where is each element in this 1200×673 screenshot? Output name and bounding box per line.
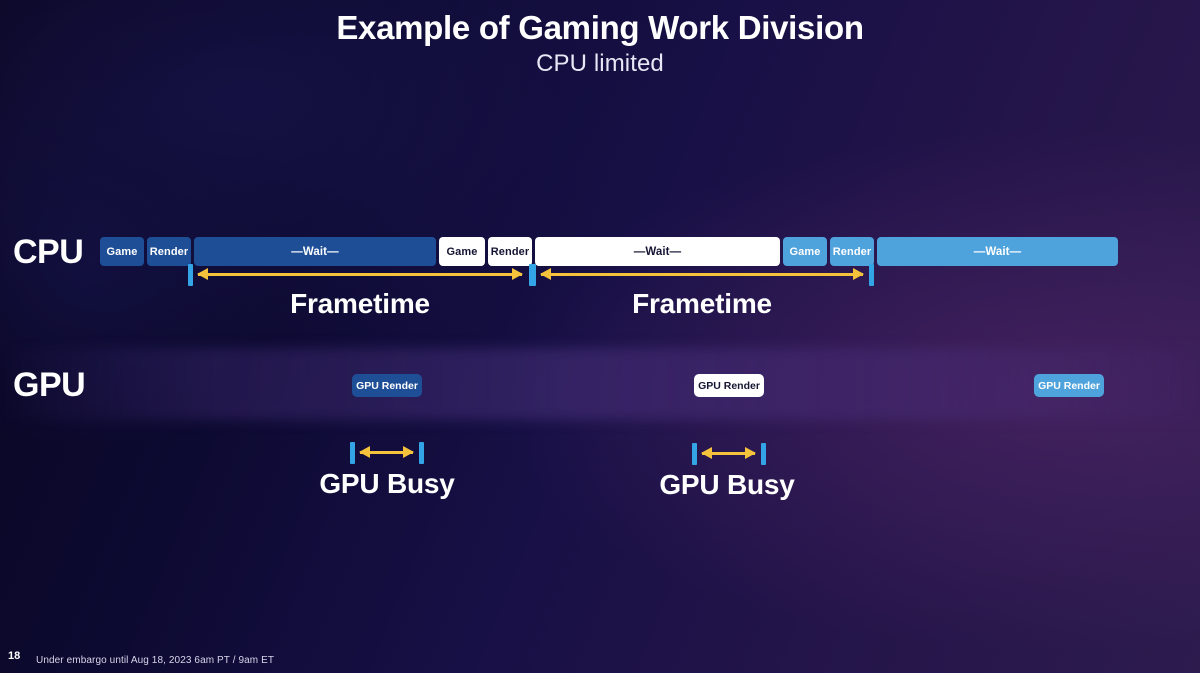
slide: Example of Gaming Work Division CPU limi… (0, 0, 1200, 673)
frametime-label-1: Frametime (290, 288, 430, 319)
frametime-tick-start-1 (188, 264, 193, 286)
cpu-segment-wait-2[interactable]: —Wait— (535, 237, 780, 266)
embargo-notice: Under embargo until Aug 18, 2023 6am PT … (36, 655, 275, 666)
frametime-tick-end-2 (869, 264, 874, 286)
gpu-busy-arrowhead-left-2 (701, 447, 712, 459)
gpu-render-chip-2[interactable]: GPU Render (694, 374, 764, 397)
gpu-row-highlight-band (0, 348, 1200, 420)
frametime-tick-start-2 (531, 264, 536, 286)
gpu-busy-arrowhead-right-2 (745, 447, 756, 459)
gpu-row-label: GPU (13, 366, 86, 404)
cpu-segment-render-2[interactable]: Render (488, 237, 532, 266)
cpu-segment-game-3[interactable]: Game (783, 237, 827, 266)
frametime-arrow-1 (197, 268, 523, 280)
frametime-arrow-line-2 (541, 273, 863, 276)
gpu-busy-arrowhead-right-1 (403, 446, 414, 458)
cpu-segment-game-2[interactable]: Game (439, 237, 485, 266)
cpu-segment-render-3[interactable]: Render (830, 237, 874, 266)
gpu-render-chip-3[interactable]: GPU Render (1034, 374, 1104, 397)
frametime-arrow-2 (540, 268, 864, 280)
page-title: Example of Gaming Work Division (336, 9, 864, 46)
frametime-arrowhead-left-1 (197, 268, 208, 280)
gpu-busy-tick-end-2 (761, 443, 766, 465)
cpu-segment-wait-1[interactable]: —Wait— (194, 237, 436, 266)
gpu-busy-tick-start-1 (350, 442, 355, 464)
gpu-busy-label-2: GPU Busy (659, 469, 795, 500)
frametime-arrowhead-left-2 (540, 268, 551, 280)
frametime-arrow-line-1 (198, 273, 522, 276)
gpu-render-chip-1[interactable]: GPU Render (352, 374, 422, 397)
page-subtitle: CPU limited (536, 50, 664, 77)
gpu-busy-arrow-2 (701, 447, 756, 459)
frametime-arrowhead-right-2 (853, 268, 864, 280)
frametime-arrowhead-right-1 (512, 268, 523, 280)
cpu-segment-game-1[interactable]: Game (100, 237, 144, 266)
gpu-busy-tick-end-1 (419, 442, 424, 464)
cpu-segment-render-1[interactable]: Render (147, 237, 191, 266)
cpu-row-label: CPU (13, 233, 84, 271)
gpu-busy-arrow-1 (359, 446, 414, 458)
cpu-segment-wait-3[interactable]: —Wait— (877, 237, 1118, 266)
frametime-label-2: Frametime (632, 288, 772, 319)
page-number: 18 (8, 650, 21, 662)
gpu-busy-tick-start-2 (692, 443, 697, 465)
gpu-busy-arrowhead-left-1 (359, 446, 370, 458)
gpu-busy-label-1: GPU Busy (319, 468, 455, 499)
